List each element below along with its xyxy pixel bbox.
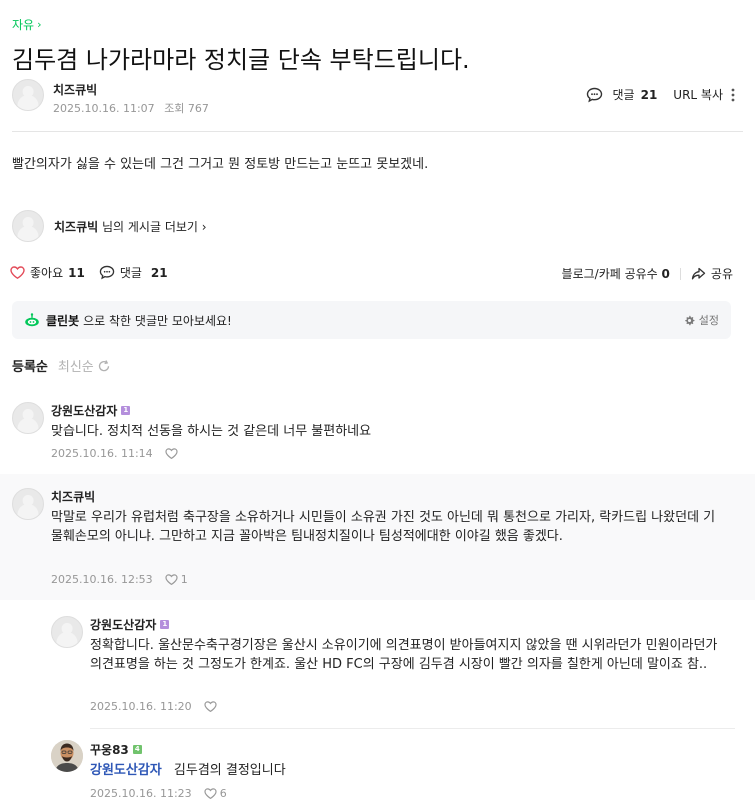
board-link[interactable]: 자유 › — [12, 16, 42, 33]
comment-author[interactable]: 꾸웅83 — [90, 741, 129, 758]
member-level-badge: 1 — [121, 406, 131, 415]
post-author[interactable]: 치즈큐빅 — [53, 81, 97, 98]
post-views: 조회 767 — [164, 102, 209, 115]
comment-count: 21 — [640, 87, 658, 102]
cleanbot-name: 클린봇 — [46, 313, 80, 328]
cleanbot-icon — [25, 313, 39, 327]
comment-bubble-icon — [586, 87, 602, 102]
comment-text-row: 강원도산감자 김두겸의 결정입니다 — [90, 761, 286, 780]
more-vertical-icon[interactable] — [731, 88, 735, 102]
post-title: 김두겸 나가라마라 정치글 단속 부탁드립니다. — [12, 46, 470, 74]
share-icon — [691, 267, 706, 279]
settings-label: 설정 — [698, 314, 719, 327]
comment-count: 21 — [150, 265, 168, 280]
comment-like-button[interactable]: 6 — [204, 787, 227, 800]
cleanbot-text: 으로 착한 댓글만 모아보세요! — [83, 313, 232, 328]
like-button[interactable]: 좋아요 11 — [10, 264, 85, 281]
profile-author: 치즈큐빅 — [54, 219, 99, 234]
comment-label: 댓글 — [612, 88, 635, 102]
share-button[interactable]: 공유 — [691, 265, 733, 282]
heart-icon — [204, 701, 217, 712]
comment-label: 댓글 — [119, 266, 142, 280]
comment-author-row: 치즈큐빅 — [51, 488, 95, 505]
author-avatar-small — [12, 210, 44, 242]
share-label: 공유 — [710, 267, 733, 281]
like-count: 11 — [68, 265, 85, 280]
post-meta: 2025.10.16. 11:07 조회 767 — [53, 100, 209, 116]
comment-meta: 2025.10.16. 11:14 — [51, 447, 181, 460]
heart-icon — [165, 448, 178, 459]
comment-avatar[interactable] — [51, 616, 83, 648]
comment-avatar[interactable] — [51, 740, 83, 772]
share-divider — [679, 267, 681, 280]
profile-more-label: 님의 게시글 더보기 — [102, 219, 198, 234]
board-name: 자유 — [12, 18, 35, 32]
comment-like-count: 1 — [180, 573, 188, 586]
comment-item: 치즈큐빅 막말로 우리가 유럽처럼 축구장을 소유하거나 시민들이 소유권 가진… — [0, 474, 755, 600]
comment-button[interactable]: 댓글 21 — [99, 264, 168, 281]
comment-avatar[interactable] — [12, 402, 44, 434]
reply-item: 강원도산감자 1 정확합니다. 울산문수축구경기장은 울산시 소유이기에 의견표… — [0, 610, 755, 728]
comment-meta: 2025.10.16. 11:23 6 — [90, 787, 227, 800]
reply-divider — [90, 728, 735, 729]
heart-icon — [165, 574, 178, 585]
post-toolbar: 댓글 21 URL 복사 — [586, 86, 736, 103]
comment-author-row: 꾸웅83 4 — [90, 741, 142, 758]
post-date: 2025.10.16. 11:07 — [53, 102, 155, 115]
post-actions: 좋아요 11 댓글 21 — [10, 264, 168, 281]
comment-meta: 2025.10.16. 12:53 1 — [51, 573, 188, 586]
sort-latest-label: 최신순 — [57, 360, 94, 375]
cleanbot-settings-button[interactable]: 설정 — [684, 312, 719, 328]
comment-sort: 등록순 최신순 — [12, 356, 111, 375]
sort-registered-tab[interactable]: 등록순 — [12, 356, 48, 375]
chevron-right-icon: › — [201, 219, 207, 234]
heart-icon — [204, 788, 217, 799]
comment-date: 2025.10.16. 11:23 — [90, 787, 192, 800]
comment-author[interactable]: 치즈큐빅 — [51, 488, 95, 505]
comment-meta: 2025.10.16. 11:20 — [90, 700, 220, 713]
comment-like-button[interactable] — [165, 448, 181, 459]
member-level-badge: 1 — [160, 620, 170, 629]
heart-icon — [10, 266, 25, 279]
comment-author-row: 강원도산감자 1 — [90, 616, 170, 633]
sort-latest-tab[interactable]: 최신순 — [58, 356, 111, 375]
author-posts-link[interactable]: 치즈큐빅 님의 게시글 더보기 › — [12, 210, 207, 242]
share-row: 블로그/카페 공유수 0 공유 — [562, 265, 733, 282]
comment-text: 김두겸의 결정입니다 — [173, 763, 286, 778]
member-level-badge: 4 — [132, 745, 142, 754]
blog-share-count: 블로그/카페 공유수 0 — [562, 265, 670, 282]
comment-date: 2025.10.16. 11:14 — [51, 447, 153, 460]
reply-mention[interactable]: 강원도산감자 — [90, 763, 162, 778]
reply-item: 꾸웅83 4 강원도산감자 김두겸의 결정입니다 2025.10.16. 11:… — [0, 734, 755, 808]
post-body: 빨간의자가 싫을 수 있는데 그건 그거고 뭔 정토방 만드는고 눈뜨고 못보겠… — [12, 157, 429, 172]
author-avatar[interactable] — [12, 79, 44, 111]
comment-text: 맞습니다. 정치적 선동을 하시는 것 같은데 너무 불편하네요 — [51, 424, 372, 439]
comment-author-row: 강원도산감자 1 — [51, 402, 131, 419]
blog-share-label: 블로그/카페 공유수 — [561, 267, 658, 281]
comment-date: 2025.10.16. 11:20 — [90, 700, 192, 713]
refresh-icon — [98, 359, 109, 371]
comment-link[interactable]: 댓글 21 — [586, 86, 658, 103]
header-divider — [12, 131, 743, 132]
url-copy-button[interactable]: URL 복사 — [673, 86, 723, 103]
comment-bubble-icon — [99, 265, 115, 280]
like-label: 좋아요 — [30, 266, 64, 280]
gear-icon — [685, 315, 695, 325]
comment-item: 강원도산감자 1 맞습니다. 정치적 선동을 하시는 것 같은데 너무 불편하네… — [0, 396, 755, 472]
cleanbot-banner: 클린봇 으로 착한 댓글만 모아보세요! 설정 — [12, 301, 731, 339]
comment-text: 정확합니다. 울산문수축구경기장은 울산시 소유이기에 의견표명이 받아들여지지… — [90, 638, 718, 672]
comment-date: 2025.10.16. 12:53 — [51, 573, 153, 586]
comment-like-button[interactable] — [204, 701, 220, 712]
comment-like-button[interactable]: 1 — [165, 573, 188, 586]
blog-share-number: 0 — [661, 267, 670, 281]
comment-avatar[interactable] — [12, 488, 44, 520]
comment-like-count: 6 — [219, 787, 227, 800]
comment-text: 막말로 우리가 유럽처럼 축구장을 소유하거나 시민들이 소유권 가진 것도 아… — [51, 510, 716, 544]
comment-author[interactable]: 강원도산감자 — [51, 402, 117, 419]
comment-author[interactable]: 강원도산감자 — [90, 616, 156, 633]
chevron-right-icon: › — [37, 18, 42, 31]
user-photo-icon — [51, 740, 83, 772]
